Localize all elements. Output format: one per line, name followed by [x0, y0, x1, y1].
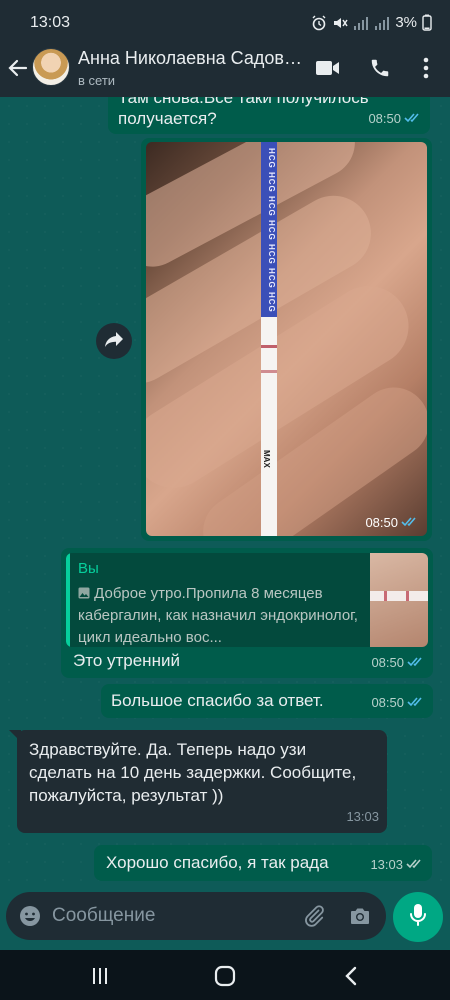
quote-author: Вы — [78, 560, 99, 577]
avatar[interactable] — [32, 48, 70, 86]
message-text: Большое спасибо за ответ. — [111, 691, 324, 710]
message-input[interactable] — [52, 902, 292, 930]
emoji-icon[interactable] — [18, 904, 42, 933]
message-time: 13:03 — [346, 809, 379, 824]
microphone-icon — [408, 903, 428, 932]
message-text: Здравствуйте. Да. Теперь надо узи сделат… — [29, 740, 357, 805]
system-icons: 3% — [311, 14, 432, 31]
battery-percent: 3% — [395, 14, 417, 31]
chat-header: Анна Николаевна Садовничая в сети — [0, 40, 450, 97]
alarm-icon — [311, 15, 327, 31]
strip-max-label: MAX — [262, 450, 271, 468]
message-bubble-outgoing[interactable]: Там снова.Все таки получилось получается… — [108, 97, 430, 134]
quote-text: Доброе утро.Пропила 8 месяцев кабергалин… — [78, 585, 358, 646]
quote-text-block: Доброе утро.Пропила 8 месяцев кабергалин… — [78, 583, 368, 647]
attach-icon[interactable] — [302, 904, 326, 933]
quoted-message[interactable]: Вы Доброе утро.Пропила 8 месяцев каберга… — [66, 553, 428, 647]
video-call-icon[interactable] — [314, 54, 342, 82]
home-icon[interactable] — [213, 964, 237, 988]
read-ticks-icon — [407, 651, 425, 674]
battery-icon — [422, 14, 432, 31]
quote-accent-bar — [66, 553, 70, 647]
strip-test-line — [261, 370, 277, 373]
message-meta: 08:50 — [371, 691, 425, 714]
delivered-ticks-icon — [406, 853, 424, 876]
strip-control-line — [261, 345, 277, 348]
message-bubble-outgoing[interactable]: Хорошо спасибо, я так рада 13:03 — [94, 845, 432, 881]
message-photo[interactable]: HCG HCG HCG HCG HCG HCG HCG MAX 08:50 — [146, 142, 427, 536]
message-time: 08:50 — [371, 695, 404, 710]
back-nav-icon[interactable] — [339, 964, 363, 988]
status-time: 13:03 — [30, 14, 71, 31]
message-text: получается? — [118, 109, 217, 128]
message-text: Это утренний — [73, 651, 180, 670]
message-meta: 08:50 — [368, 107, 422, 130]
message-time: 13:03 — [370, 857, 403, 872]
voice-message-button[interactable] — [393, 892, 443, 942]
mute-icon — [332, 15, 348, 31]
contact-info[interactable]: Анна Николаевна Садовничая в сети — [78, 48, 308, 88]
recent-apps-icon[interactable] — [88, 964, 112, 988]
read-ticks-icon — [401, 515, 419, 530]
contact-name: Анна Николаевна Садовничая — [78, 48, 308, 68]
strip-blue-end: HCG HCG HCG HCG HCG HCG HCG — [261, 142, 277, 317]
message-meta: 08:50 — [365, 515, 419, 530]
forward-button[interactable] — [96, 323, 132, 359]
signal-icon — [353, 15, 369, 31]
message-text: Хорошо спасибо, я так рада — [106, 853, 329, 872]
message-meta: 08:50 — [371, 651, 425, 674]
message-bubble-outgoing[interactable]: Большое спасибо за ответ. 08:50 — [101, 684, 433, 718]
message-input-container[interactable] — [6, 892, 386, 940]
forward-icon — [104, 330, 124, 353]
message-bubble-incoming[interactable]: Здравствуйте. Да. Теперь надо узи сделат… — [17, 730, 387, 833]
read-ticks-icon — [404, 107, 422, 130]
photo-icon — [78, 585, 90, 602]
message-time: 08:50 — [371, 655, 404, 670]
test-strip: HCG HCG HCG HCG HCG HCG HCG MAX — [261, 142, 277, 536]
presence-status: в сети — [78, 73, 116, 88]
compose-bar — [0, 885, 450, 950]
chat-area[interactable]: Там снова.Все таки получилось получается… — [0, 97, 450, 885]
camera-icon[interactable] — [348, 904, 372, 933]
message-meta: 13:03 — [370, 853, 424, 876]
read-ticks-icon — [407, 691, 425, 714]
voice-call-icon[interactable] — [366, 54, 394, 82]
message-time: 08:50 — [368, 111, 401, 126]
message-time: 08:50 — [365, 515, 398, 530]
strip-brand-text: HCG HCG HCG HCG HCG HCG HCG — [267, 148, 276, 313]
signal-icon-2 — [374, 15, 390, 31]
more-options-icon[interactable] — [412, 54, 440, 82]
message-meta: 13:03 — [346, 805, 379, 828]
back-arrow-icon[interactable] — [6, 56, 30, 80]
bubble-tail — [9, 730, 21, 742]
system-navigation-bar — [0, 950, 450, 1000]
quote-thumbnail — [370, 553, 428, 647]
